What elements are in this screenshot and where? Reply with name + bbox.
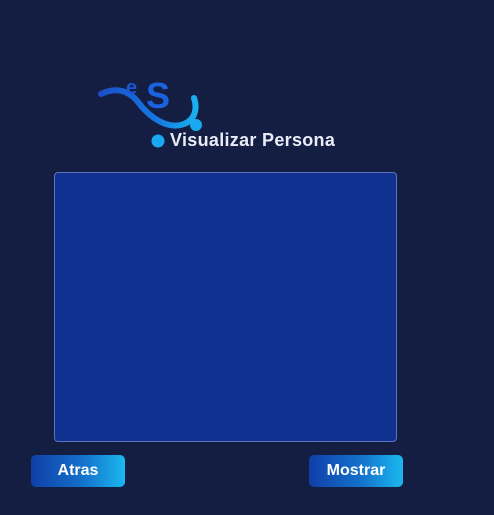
show-button[interactable]: Mostrar xyxy=(309,455,403,487)
person-display-panel xyxy=(54,172,397,442)
svg-text:S: S xyxy=(146,75,170,116)
svg-text:e: e xyxy=(126,77,137,99)
page-title: Visualizar Persona xyxy=(170,130,336,150)
back-button[interactable]: Atras xyxy=(31,455,125,487)
